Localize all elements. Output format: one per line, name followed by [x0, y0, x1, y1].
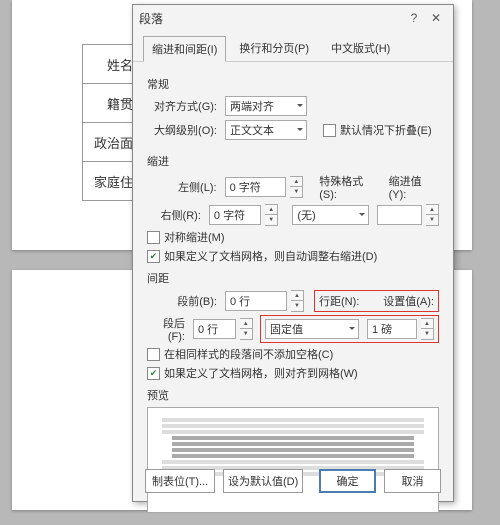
special-label: 特殊格式(S):: [319, 173, 380, 201]
indentby-label: 缩进值(Y):: [389, 173, 439, 201]
linespacing-label: 行距(N):: [319, 293, 359, 309]
outline-label: 大纲级别(O):: [147, 122, 221, 138]
snap-checkbox[interactable]: ✔如果定义了文档网格，则对齐到网格(W): [147, 365, 439, 381]
help-icon[interactable]: ?: [403, 11, 425, 25]
tabs-button[interactable]: 制表位(T)...: [145, 469, 215, 493]
setat-label: 设置值(A):: [383, 293, 434, 309]
after-input[interactable]: 0 行: [193, 319, 236, 339]
section-spacing: 间距: [147, 270, 439, 286]
left-stepper[interactable]: ▲▼: [290, 176, 303, 198]
nospace-checkbox[interactable]: 在相同样式的段落间不添加空格(C): [147, 346, 439, 362]
mirror-checkbox[interactable]: 对称缩进(M): [147, 229, 439, 245]
tab-asian[interactable]: 中文版式(H): [322, 35, 399, 61]
before-label: 段前(B):: [147, 293, 221, 309]
right-stepper[interactable]: ▲▼: [265, 204, 278, 226]
cancel-button[interactable]: 取消: [384, 469, 441, 493]
setat-input[interactable]: 1 磅: [367, 319, 417, 339]
default-button[interactable]: 设为默认值(D): [223, 469, 303, 493]
alignment-select[interactable]: 两端对齐: [225, 96, 307, 116]
left-label: 左侧(L):: [147, 179, 221, 195]
section-indent: 缩进: [147, 153, 439, 169]
special-select[interactable]: (无): [292, 205, 369, 225]
before-input[interactable]: 0 行: [225, 291, 287, 311]
paragraph-dialog: 段落 ? ✕ 缩进和间距(I) 换行和分页(P) 中文版式(H) 常规 对齐方式…: [132, 4, 454, 502]
before-stepper[interactable]: ▲▼: [291, 290, 304, 312]
tab-indent[interactable]: 缩进和间距(I): [143, 36, 226, 62]
right-input[interactable]: 0 字符: [209, 205, 261, 225]
section-preview: 预览: [147, 387, 439, 403]
indentby-stepper[interactable]: ▲▼: [426, 204, 439, 226]
after-stepper[interactable]: ▲▼: [240, 318, 253, 340]
ok-button[interactable]: 确定: [319, 469, 376, 493]
linespacing-select[interactable]: 固定值: [265, 319, 359, 339]
indentby-input[interactable]: [377, 205, 422, 225]
collapse-checkbox: 默认情况下折叠(E): [323, 122, 432, 138]
dialog-title: 段落: [139, 10, 163, 27]
section-general: 常规: [147, 76, 439, 92]
right-label: 右侧(R):: [147, 207, 205, 223]
autoadjust-checkbox[interactable]: ✔如果定义了文档网格，则自动调整右缩进(D): [147, 248, 439, 264]
left-input[interactable]: 0 字符: [225, 177, 287, 197]
outline-select[interactable]: 正文文本: [225, 120, 307, 140]
alignment-label: 对齐方式(G):: [147, 98, 221, 114]
tab-breaks[interactable]: 换行和分页(P): [230, 35, 318, 61]
preview-box: [147, 407, 439, 513]
after-label: 段后(F):: [147, 315, 189, 343]
setat-stepper[interactable]: ▲▼: [421, 318, 434, 340]
close-icon[interactable]: ✕: [425, 11, 447, 25]
